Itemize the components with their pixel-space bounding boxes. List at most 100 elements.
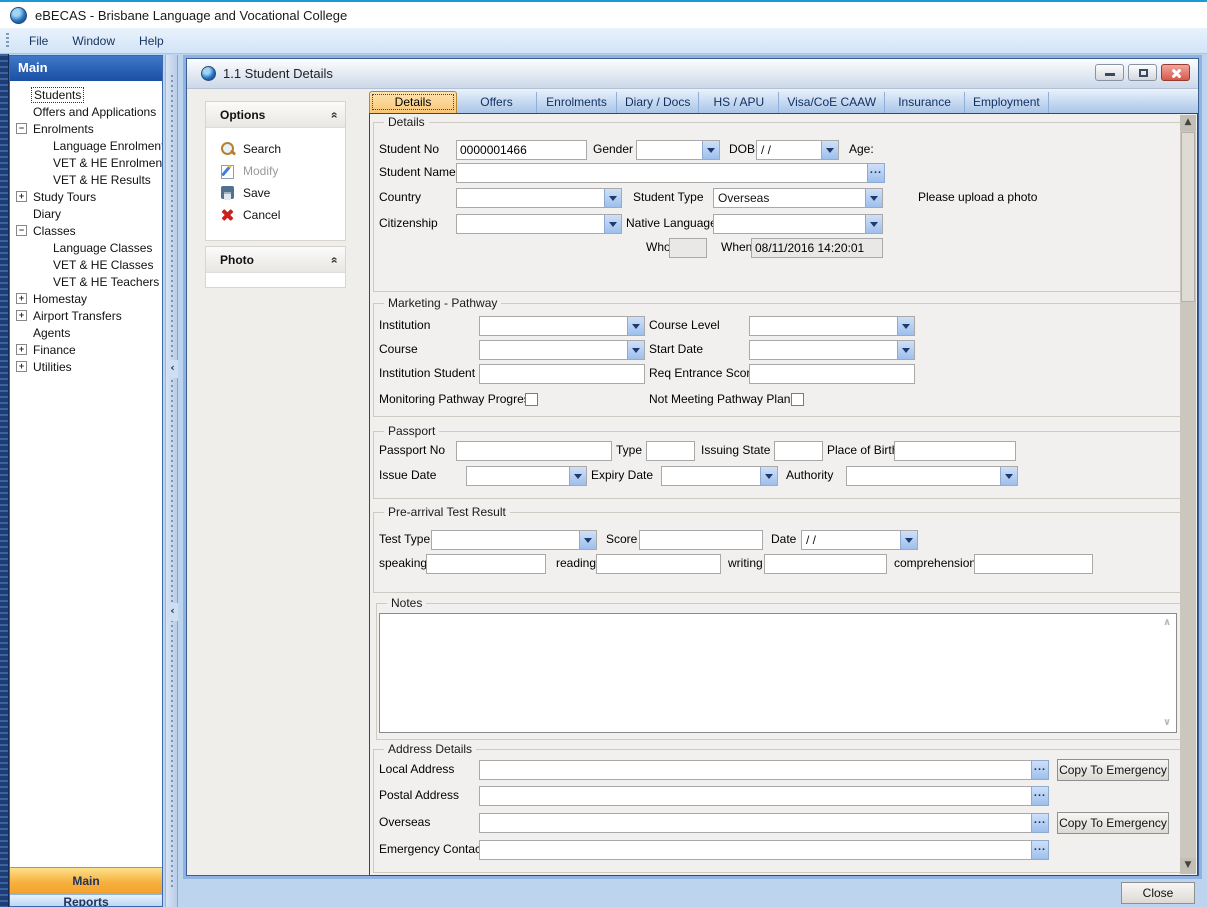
passport-no-input[interactable] <box>456 441 612 461</box>
collapse-left-icon[interactable]: ‹ <box>167 603 178 621</box>
dropdown-arrow-icon[interactable] <box>760 467 777 485</box>
monitoring-pathway-checkbox[interactable] <box>525 393 538 406</box>
place-of-birth-input[interactable] <box>894 441 1016 461</box>
postal-address-input[interactable] <box>479 786 1032 806</box>
course-select[interactable] <box>479 340 645 360</box>
course-level-select[interactable] <box>749 316 915 336</box>
notes-textarea[interactable] <box>379 613 1177 733</box>
collapse-panel-icon[interactable]: » <box>327 256 341 263</box>
emergency-contact-input[interactable] <box>479 840 1032 860</box>
institution-select[interactable] <box>479 316 645 336</box>
cancel-button[interactable]: Cancel <box>206 204 345 226</box>
sidebar-item-language-enrolments[interactable]: Language Enrolments <box>10 137 162 154</box>
menu-file[interactable]: File <box>17 31 60 51</box>
dropdown-arrow-icon[interactable] <box>865 189 882 207</box>
sidebar-item-vet-he-results[interactable]: VET & HE Results <box>10 171 162 188</box>
score-input[interactable] <box>639 530 763 550</box>
tab-hs-apu[interactable]: HS / APU <box>699 92 779 113</box>
dropdown-arrow-icon[interactable] <box>579 531 596 549</box>
start-date-select[interactable] <box>749 340 915 360</box>
collapse-left-icon[interactable]: ‹ <box>167 360 178 378</box>
expiry-date-select[interactable] <box>661 466 778 486</box>
sidebar-splitter[interactable]: ‹ ‹ <box>165 55 178 907</box>
authority-select[interactable] <box>846 466 1018 486</box>
passport-type-input[interactable] <box>646 441 695 461</box>
sidebar-reports-button[interactable]: Reports <box>10 894 162 906</box>
institution-student-id-input[interactable] <box>479 364 645 384</box>
tab-visa-coe-caaw[interactable]: Visa/CoE CAAW <box>779 92 885 113</box>
sidebar-main-button[interactable]: Main <box>10 867 162 894</box>
dob-select[interactable]: / / <box>756 140 839 160</box>
window-titlebar[interactable]: 1.1 Student Details <box>187 59 1198 89</box>
sidebar-item-homestay[interactable]: +Homestay <box>10 290 162 307</box>
who-input[interactable] <box>669 238 707 258</box>
sidebar-item-airport-transfers[interactable]: +Airport Transfers <box>10 307 162 324</box>
sidebar-item-vet-he-classes[interactable]: VET & HE Classes <box>10 256 162 273</box>
sidebar-item-enrolments[interactable]: −Enrolments <box>10 120 162 137</box>
sidebar-item-utilities[interactable]: +Utilities <box>10 358 162 375</box>
sidebar-item-language-classes[interactable]: Language Classes <box>10 239 162 256</box>
sidebar-item-vet-he-teachers[interactable]: VET & HE Teachers <box>10 273 162 290</box>
scrollbar-thumb[interactable] <box>1181 132 1195 302</box>
dropdown-arrow-icon[interactable] <box>627 317 644 335</box>
collapse-icon[interactable]: − <box>16 123 27 134</box>
overseas-address-browse-button[interactable]: ... <box>1031 813 1049 833</box>
student-type-select[interactable]: Overseas <box>713 188 883 208</box>
minimize-button[interactable] <box>1095 64 1124 81</box>
scroll-up-icon[interactable]: ▲ <box>1180 115 1196 131</box>
close-button[interactable]: Close <box>1121 882 1195 904</box>
sidebar-item-agents[interactable]: Agents <box>10 324 162 341</box>
local-address-browse-button[interactable]: ... <box>1031 760 1049 780</box>
photo-panel-header[interactable]: Photo » <box>206 247 345 273</box>
tab-offers[interactable]: Offers <box>457 92 537 113</box>
tab-insurance[interactable]: Insurance <box>885 92 965 113</box>
close-window-button[interactable] <box>1161 64 1190 81</box>
when-input[interactable] <box>751 238 883 258</box>
dropdown-arrow-icon[interactable] <box>897 317 914 335</box>
dropdown-arrow-icon[interactable] <box>821 141 838 159</box>
postal-address-browse-button[interactable]: ... <box>1031 786 1049 806</box>
expand-icon[interactable]: + <box>16 293 27 304</box>
dropdown-arrow-icon[interactable] <box>604 215 621 233</box>
tab-employment[interactable]: Employment <box>965 92 1049 113</box>
test-type-select[interactable] <box>431 530 597 550</box>
emergency-contact-browse-button[interactable]: ... <box>1031 840 1049 860</box>
tab-diary-docs[interactable]: Diary / Docs <box>617 92 699 113</box>
copy-overseas-to-emergency-button[interactable]: Copy To Emergency <box>1057 812 1169 834</box>
dropdown-arrow-icon[interactable] <box>604 189 621 207</box>
dropdown-arrow-icon[interactable] <box>865 215 882 233</box>
expand-icon[interactable]: + <box>16 191 27 202</box>
country-select[interactable] <box>456 188 622 208</box>
native-language-select[interactable] <box>713 214 883 234</box>
reading-input[interactable] <box>596 554 721 574</box>
dropdown-arrow-icon[interactable] <box>702 141 719 159</box>
scroll-down-icon[interactable]: ∨ <box>1163 717 1171 728</box>
student-no-input[interactable] <box>456 140 587 160</box>
test-date-select[interactable]: / / <box>801 530 918 550</box>
sidebar-item-diary[interactable]: Diary <box>10 205 162 222</box>
dropdown-arrow-icon[interactable] <box>569 467 586 485</box>
search-button[interactable]: Search <box>206 138 345 160</box>
collapse-icon[interactable]: − <box>16 225 27 236</box>
modify-button[interactable]: Modify <box>206 160 345 182</box>
options-panel-header[interactable]: Options » <box>206 102 345 128</box>
menu-help[interactable]: Help <box>127 31 176 51</box>
save-button[interactable]: Save <box>206 182 345 204</box>
sidebar-item-classes[interactable]: −Classes <box>10 222 162 239</box>
sidebar-item-offers-and-applications[interactable]: Offers and Applications <box>10 103 162 120</box>
scroll-down-icon[interactable]: ▼ <box>1180 858 1196 874</box>
local-address-input[interactable] <box>479 760 1032 780</box>
speaking-input[interactable] <box>426 554 546 574</box>
student-name-input[interactable] <box>456 163 868 183</box>
dropdown-arrow-icon[interactable] <box>897 341 914 359</box>
req-entrance-score-input[interactable] <box>749 364 915 384</box>
scroll-up-icon[interactable]: ∧ <box>1163 617 1171 628</box>
writing-input[interactable] <box>764 554 887 574</box>
expand-icon[interactable]: + <box>16 310 27 321</box>
overseas-address-input[interactable] <box>479 813 1032 833</box>
gender-select[interactable] <box>636 140 720 160</box>
form-scrollbar[interactable]: ▲ ▼ <box>1180 115 1196 874</box>
dropdown-arrow-icon[interactable] <box>627 341 644 359</box>
dropdown-arrow-icon[interactable] <box>1000 467 1017 485</box>
issuing-state-input[interactable] <box>774 441 823 461</box>
